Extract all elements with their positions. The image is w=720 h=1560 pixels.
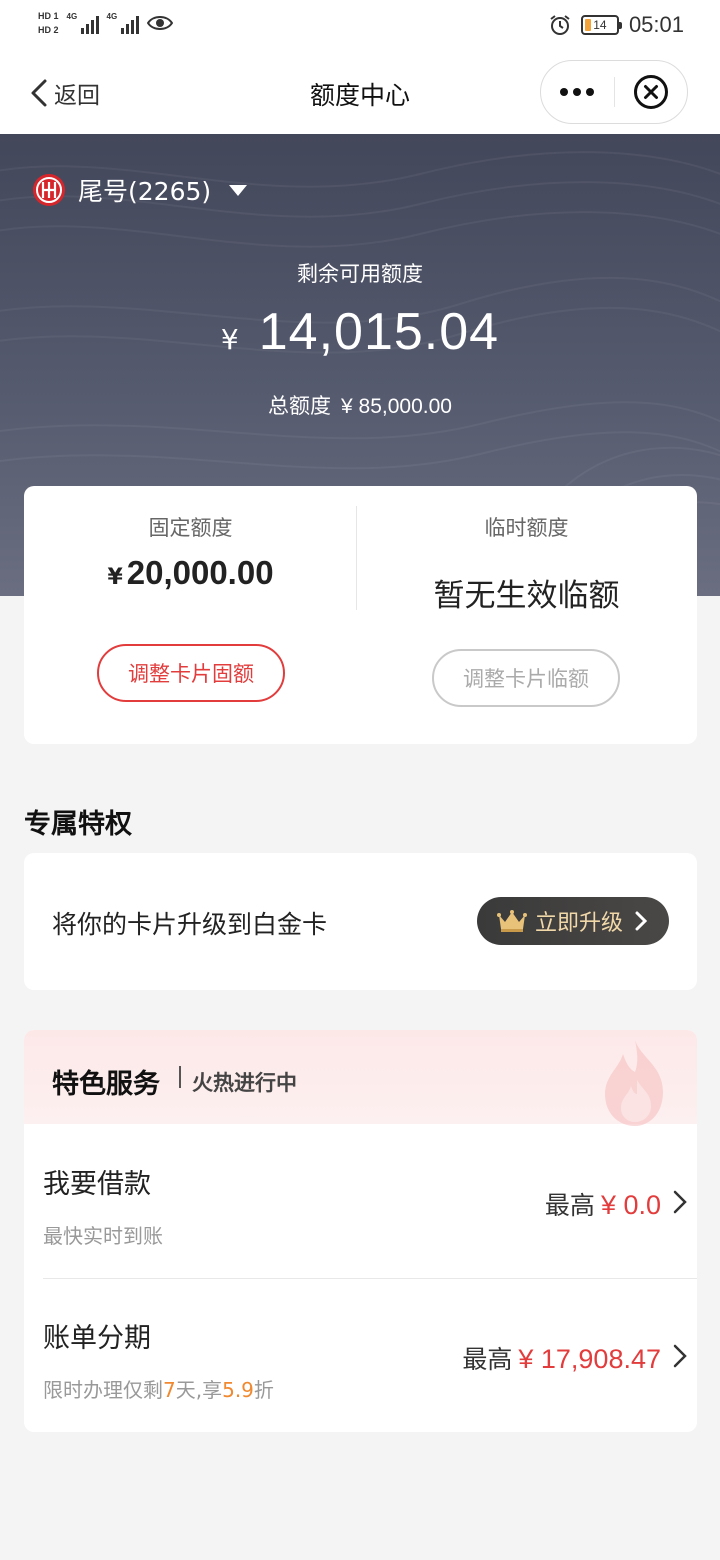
- more-dots-icon: [560, 88, 595, 96]
- services-title: 特色服务: [52, 1069, 160, 1100]
- nav-bar: 返回 额度中心: [0, 52, 720, 134]
- fixed-limit-label: 固定额度: [148, 516, 233, 540]
- temp-limit-value: 暂无生效临额: [433, 578, 620, 614]
- service-item-loan[interactable]: 我要借款 最快实时到账 最高 ¥ 0.0: [24, 1124, 697, 1278]
- upgrade-card: 将你的卡片升级到白金卡 立即升级: [24, 853, 697, 990]
- signal-icon: 4G: [67, 12, 99, 34]
- chevron-right-icon: [673, 1344, 687, 1368]
- back-label: 返回: [54, 83, 100, 109]
- desc-discount: 5.9: [222, 1378, 254, 1402]
- service-item-installment[interactable]: 账单分期 限时办理仅剩7天,享5.9折 最高 ¥ 17,908.47: [24, 1278, 697, 1432]
- sim-indicators: HD 1 HD 2: [38, 10, 59, 36]
- sim1-label: HD 1: [38, 11, 59, 21]
- status-right: 14 05:01: [549, 12, 684, 38]
- desc-suffix: 折: [253, 1378, 274, 1402]
- signal-icon-2: 4G: [107, 12, 139, 34]
- total-credit-amount: ¥ 85,000.00: [341, 395, 452, 418]
- crown-icon: [497, 910, 527, 932]
- services-subtitle: 火热进行中: [192, 1071, 297, 1095]
- status-bar: HD 1 HD 2 4G 4G 14 05:01: [0, 0, 720, 52]
- services-card: 特色服务 火热进行中 我要借款 最快实时到账 最高 ¥ 0.0 账单分期 限时办理…: [24, 1030, 697, 1432]
- flame-icon: [605, 1040, 663, 1126]
- fixed-limit-column: 固定额度 ¥20,000.00 调整卡片固额: [24, 486, 357, 744]
- service-max-label: 最高: [462, 1345, 513, 1374]
- desc-days: 7: [163, 1378, 176, 1402]
- upgrade-text: 将你的卡片升级到白金卡: [52, 910, 328, 939]
- fixed-limit-amount: ¥20,000.00: [24, 554, 357, 592]
- service-name: 账单分期: [43, 1323, 151, 1354]
- network1-label: 4G: [66, 12, 78, 21]
- chevron-left-icon: [31, 79, 47, 107]
- upgrade-now-button[interactable]: 立即升级: [477, 897, 669, 945]
- eye-icon: [146, 16, 173, 30]
- available-amount: 14,015.04: [258, 303, 500, 361]
- service-max-label: 最高: [544, 1191, 595, 1220]
- network2-label: 4G: [106, 12, 118, 21]
- service-desc: 限时办理仅剩7天,享5.9折: [43, 1374, 274, 1403]
- service-max: 最高 ¥ 0.0: [545, 1186, 661, 1222]
- service-name: 我要借款: [43, 1169, 151, 1200]
- battery-icon: 14: [580, 15, 622, 35]
- upgrade-now-label: 立即升级: [535, 911, 624, 936]
- sim2-label: HD 2: [38, 25, 59, 35]
- total-credit: 总额度 ¥ 85,000.00: [0, 390, 720, 420]
- limit-card: 固定额度 ¥20,000.00 调整卡片固额 临时额度 暂无生效临额 调整卡片临…: [24, 486, 697, 744]
- status-time: 05:01: [628, 12, 684, 37]
- status-left: HD 1 HD 2 4G 4G: [38, 10, 173, 36]
- miniapp-capsule: [540, 60, 688, 124]
- chevron-right-icon: [635, 911, 648, 931]
- fixed-currency: ¥: [107, 565, 123, 590]
- available-currency: ¥: [220, 323, 239, 356]
- desc-prefix: 限时办理仅剩: [43, 1378, 163, 1402]
- card-tail-number: 尾号(2265): [78, 177, 212, 206]
- available-credit-label: 剩余可用额度: [297, 262, 423, 286]
- close-button[interactable]: [615, 61, 688, 123]
- fixed-amount-value: 20,000.00: [126, 554, 274, 591]
- adjust-fixed-limit-button[interactable]: 调整卡片固额: [97, 644, 285, 702]
- desc-mid: 天,享: [175, 1378, 223, 1402]
- services-title-divider: [179, 1066, 181, 1088]
- caret-down-icon: [229, 184, 248, 196]
- adjust-temp-limit-button[interactable]: 调整卡片临额: [432, 649, 620, 707]
- chevron-right-icon: [673, 1190, 687, 1214]
- close-circle-icon: [633, 75, 668, 109]
- temp-limit-label: 临时额度: [484, 516, 569, 540]
- service-desc: 最快实时到账: [43, 1224, 163, 1248]
- bank-logo-icon: [33, 174, 65, 206]
- alarm-icon: [550, 15, 570, 35]
- service-max-value: ¥ 0.0: [600, 1190, 661, 1220]
- services-header: 特色服务 火热进行中: [24, 1030, 697, 1126]
- service-max-value: ¥ 17,908.47: [518, 1344, 661, 1374]
- privileges-title: 专属特权: [24, 809, 132, 840]
- temp-limit-column: 临时额度 暂无生效临额 调整卡片临额: [360, 486, 693, 744]
- service-max: 最高 ¥ 17,908.47: [462, 1340, 661, 1376]
- total-credit-label: 总额度: [268, 394, 332, 418]
- card-selector[interactable]: 尾号(2265): [32, 172, 248, 208]
- battery-percent: 14: [593, 18, 607, 32]
- back-button[interactable]: 返回: [28, 76, 100, 110]
- more-button[interactable]: [541, 61, 614, 123]
- available-credit: ¥ 14,015.04: [0, 302, 720, 362]
- limit-divider: [356, 506, 357, 610]
